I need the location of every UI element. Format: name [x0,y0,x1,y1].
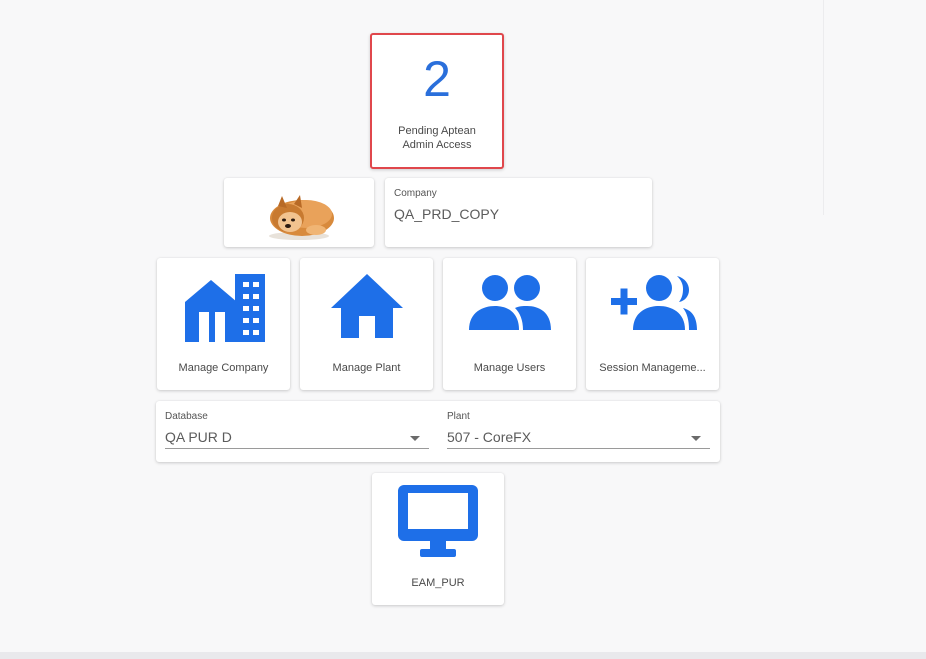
database-value: QA PUR D [165,429,232,445]
select-underline [165,448,429,449]
users-icon [468,275,551,330]
divider [823,0,824,215]
select-underline [447,448,710,449]
tile-label: Manage Plant [332,362,401,374]
plant-value: 507 - CoreFX [447,429,532,445]
add-users-icon [610,275,697,330]
tile-eam-pur[interactable]: EAM_PUR [372,473,504,605]
company-card: Company QA_PRD_COPY [385,178,652,247]
selection-card: Database QA PUR D Plant 507 - CoreFX [156,401,720,462]
home-icon [330,274,403,338]
tile-label: Manage Users [473,362,546,374]
chevron-down-icon [410,436,420,441]
database-select[interactable]: Database QA PUR D [165,401,429,462]
tile-manage-plant[interactable]: Manage Plant [300,258,433,390]
tile-label: Manage Company [178,362,269,374]
tile-session-management[interactable]: Session Manageme... [586,258,719,390]
tile-label: EAM_PUR [411,577,465,589]
pending-count: 2 [423,51,451,107]
tile-label: Session Manageme... [599,362,706,374]
tile-manage-company[interactable]: Manage Company [157,258,290,390]
building-icon [184,274,265,342]
pending-label: Pending Aptean Admin Access [398,125,476,151]
database-caption: Database [165,411,208,422]
company-caption: Company [394,188,437,199]
bottom-scrollbar [0,652,926,659]
chevron-down-icon [691,436,701,441]
plant-caption: Plant [447,411,470,422]
tile-manage-users[interactable]: Manage Users [443,258,576,390]
page-background: 2 Pending Aptean Admin Access Company QA… [0,0,926,659]
pending-access-card[interactable]: 2 Pending Aptean Admin Access [370,33,504,169]
company-logo-image [269,195,334,240]
plant-select[interactable]: Plant 507 - CoreFX [447,401,710,462]
company-logo-card [224,178,374,247]
monitor-icon [398,485,478,557]
company-value: QA_PRD_COPY [394,206,500,222]
